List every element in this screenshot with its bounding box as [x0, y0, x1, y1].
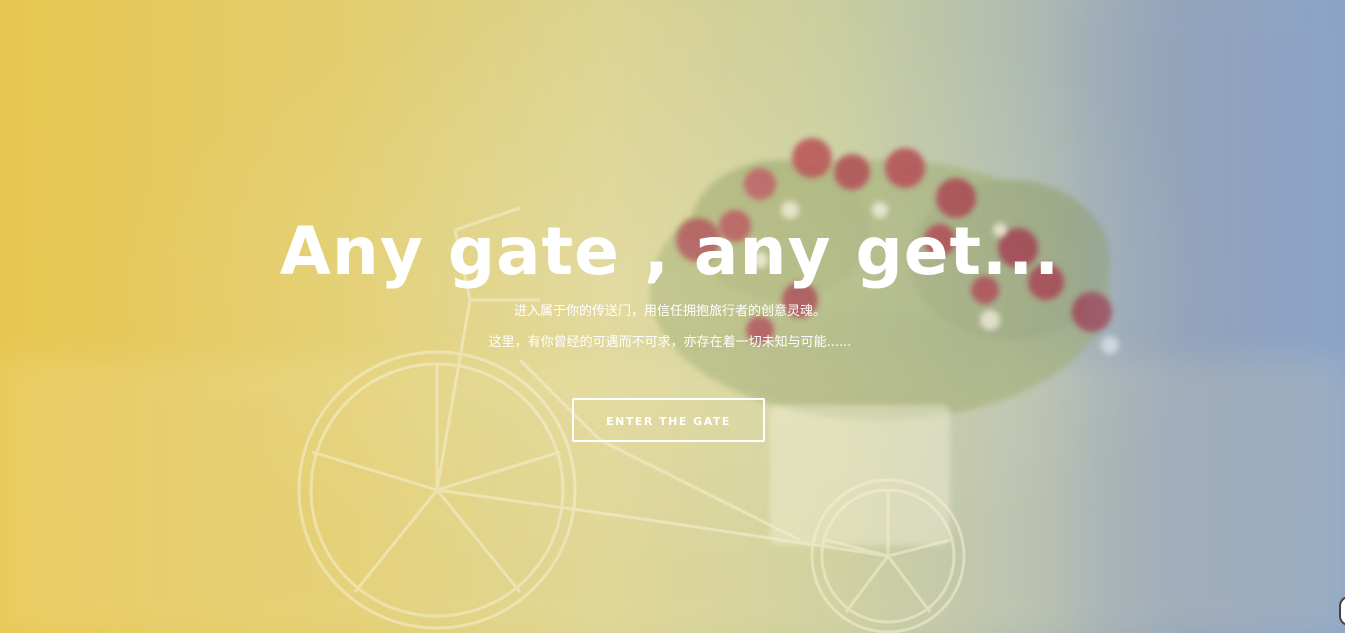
enter-the-gate-button[interactable]: ENTER THE GATE	[572, 398, 765, 442]
hero-content: Any gate , any get... 进入属于你的传送门，用信任拥抱旅行者…	[0, 0, 1345, 633]
hero-section: Any gate , any get... 进入属于你的传送门，用信任拥抱旅行者…	[0, 0, 1345, 633]
hero-subtitle-line-2: 这里，有你曾经的可遇而不可求，亦存在着一切未知与可能......	[488, 335, 852, 350]
hero-title: Any gate , any get...	[279, 213, 1061, 290]
scroll-widget[interactable]	[1339, 596, 1345, 626]
hero-subtitle-line-1: 进入属于你的传送门，用信任拥抱旅行者的创意灵魂。	[513, 304, 826, 319]
